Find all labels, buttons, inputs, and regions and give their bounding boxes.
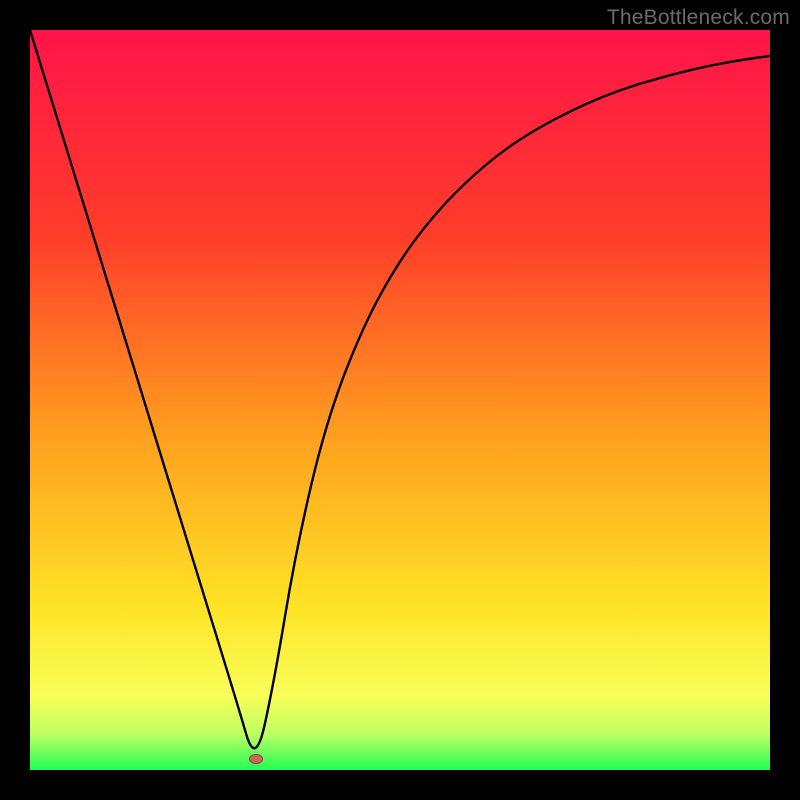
optimal-point-marker — [249, 754, 263, 764]
chart-frame: TheBottleneck.com — [0, 0, 800, 800]
bottleneck-curve — [30, 30, 770, 770]
plot-area — [30, 30, 770, 770]
watermark-text: TheBottleneck.com — [607, 6, 790, 30]
